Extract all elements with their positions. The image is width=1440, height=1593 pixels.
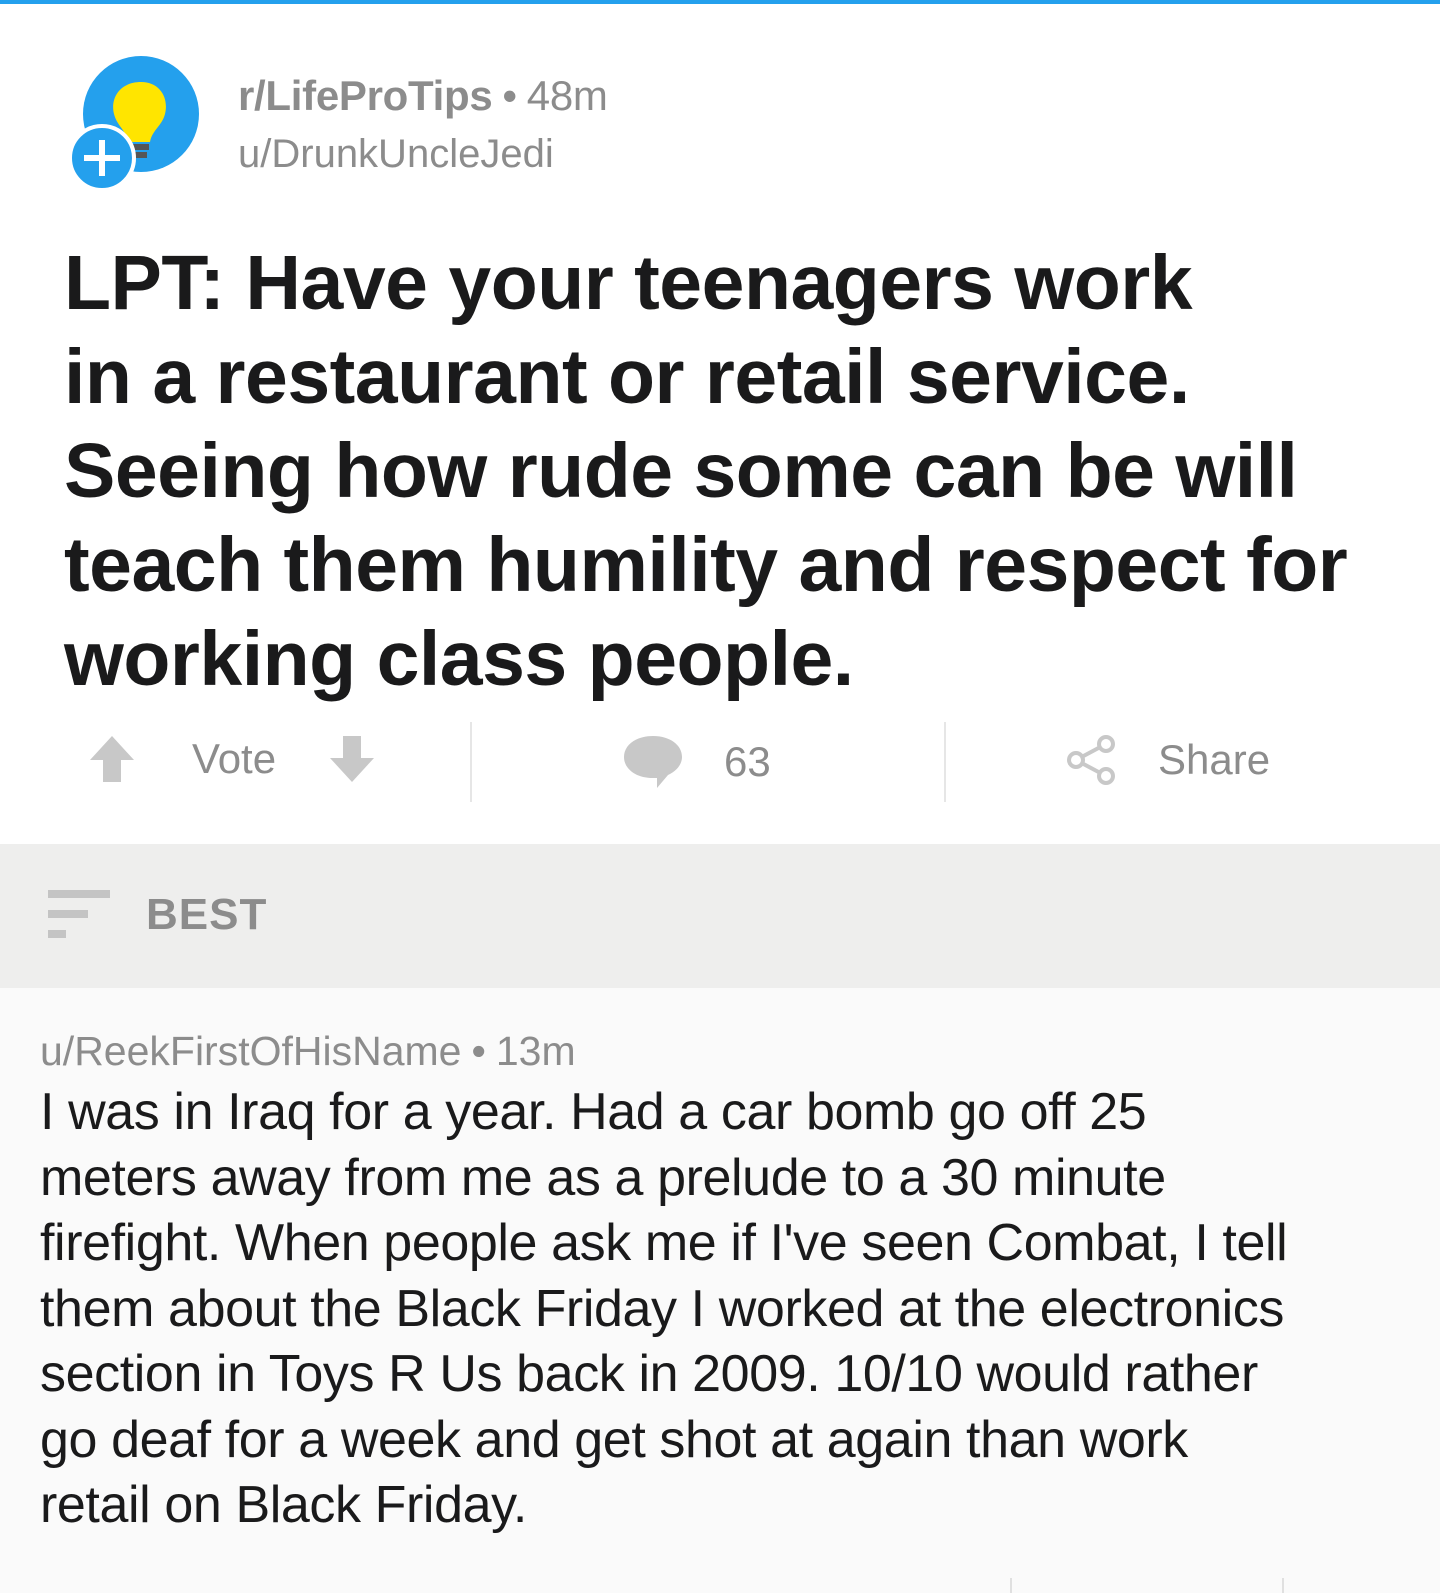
comment-line: them about the Black Friday I worked at … xyxy=(40,1279,1284,1338)
share-icon xyxy=(1066,734,1116,786)
comment-line: meters away from me as a prelude to a 30… xyxy=(40,1148,1166,1207)
subreddit-link[interactable]: r/LifeProTips xyxy=(238,72,493,119)
lightbulb-avatar-icon[interactable] xyxy=(68,56,204,196)
title-line: LPT: Have your teenagers work xyxy=(64,240,1193,326)
sort-label[interactable]: BEST xyxy=(146,890,267,940)
post-card: r/LifeProTips • 48m u/DrunkUncleJedi LPT: … xyxy=(0,4,1440,844)
comment-action-divider xyxy=(1010,1578,1012,1593)
meta-separator: • xyxy=(502,72,517,119)
arrow-down-icon[interactable] xyxy=(328,734,376,784)
vote-group: Vote xyxy=(88,734,376,784)
title-line: teach them humility and respect for xyxy=(64,522,1348,608)
comment-action-divider xyxy=(1282,1578,1284,1593)
sort-icon xyxy=(48,888,112,944)
title-line: working class people. xyxy=(64,616,854,702)
comment-body: I was in Iraq for a year. Had a car bomb… xyxy=(40,1080,1410,1539)
comment-line: go deaf for a week and get shot at again… xyxy=(40,1410,1188,1469)
comment-sort-bar[interactable]: BEST xyxy=(0,844,1440,988)
post-action-bar: Vote 63 Share xyxy=(0,720,1440,810)
comment-line: I was in Iraq for a year. Had a car bomb… xyxy=(40,1083,1147,1141)
comment-line: section in Toys R Us back in 2009. 10/10… xyxy=(40,1345,1258,1403)
title-line: in a restaurant or retail service. xyxy=(64,334,1190,420)
comment-line: retail on Black Friday. xyxy=(40,1476,527,1534)
post-author[interactable]: u/DrunkUncleJedi xyxy=(238,132,554,177)
comment-age: 13m xyxy=(495,1028,576,1074)
action-divider xyxy=(944,722,946,802)
comment-author[interactable]: u/ReekFirstOfHisName xyxy=(40,1028,461,1074)
comment: u/ReekFirstOfHisName • 13m I was in Iraq f… xyxy=(0,988,1440,1593)
title-line: Seeing how rude some can be will xyxy=(64,428,1298,514)
post-meta: r/LifeProTips • 48m xyxy=(238,72,608,120)
arrow-up-icon[interactable] xyxy=(88,734,136,784)
comment-count: 63 xyxy=(724,738,771,785)
post-age: 48m xyxy=(526,72,608,119)
vote-label: Vote xyxy=(192,735,277,782)
comment-meta: u/ReekFirstOfHisName • 13m xyxy=(40,1028,576,1075)
plus-icon[interactable] xyxy=(68,124,136,192)
share-label: Share xyxy=(1158,736,1271,783)
share-button[interactable]: Share xyxy=(1066,734,1270,786)
post-title[interactable]: LPT: Have your teenagers work in a resta… xyxy=(64,236,1384,706)
comments-button[interactable]: 63 xyxy=(622,734,771,790)
meta-separator: • xyxy=(471,1028,486,1074)
action-divider xyxy=(470,722,472,802)
speech-bubble-icon xyxy=(622,734,684,790)
comment-line: firefight. When people ask me if I've se… xyxy=(40,1214,1288,1272)
